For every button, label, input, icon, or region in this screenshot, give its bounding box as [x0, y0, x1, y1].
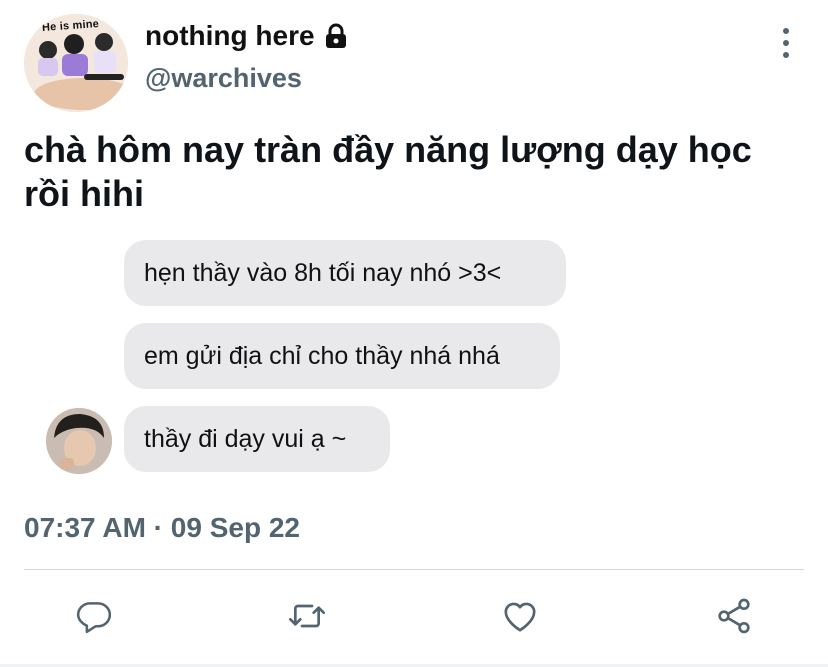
- like-icon: [504, 602, 536, 632]
- profile-avatar[interactable]: He is mine: [24, 14, 128, 112]
- retweet-icon: [289, 604, 325, 628]
- reply-button[interactable]: [74, 596, 114, 636]
- lock-icon: [323, 23, 349, 49]
- reply-icon: [76, 602, 112, 634]
- divider: [24, 569, 804, 570]
- like-button[interactable]: [500, 596, 540, 636]
- author-display-name[interactable]: nothing here: [145, 20, 315, 52]
- message-bubble: hẹn thầy vào 8h tối nay nhó >3<: [124, 240, 566, 306]
- share-button[interactable]: [714, 596, 754, 636]
- author-handle[interactable]: @warchives: [145, 63, 302, 94]
- share-icon: [718, 598, 750, 634]
- tweet-timestamp[interactable]: 07:37 AM · 09 Sep 22: [24, 512, 300, 544]
- retweet-button[interactable]: [287, 596, 327, 636]
- tweet-text: chà hôm nay tràn đầy năng lượng dạy học …: [24, 129, 752, 214]
- message-bubble: em gửi địa chỉ cho thầy nhá nhá: [124, 323, 560, 389]
- author-name-row: nothing here: [145, 20, 349, 52]
- chat-avatar: [46, 408, 112, 474]
- more-options-icon[interactable]: [772, 28, 800, 58]
- message-bubble: thầy đi dạy vui ạ ~: [124, 406, 390, 472]
